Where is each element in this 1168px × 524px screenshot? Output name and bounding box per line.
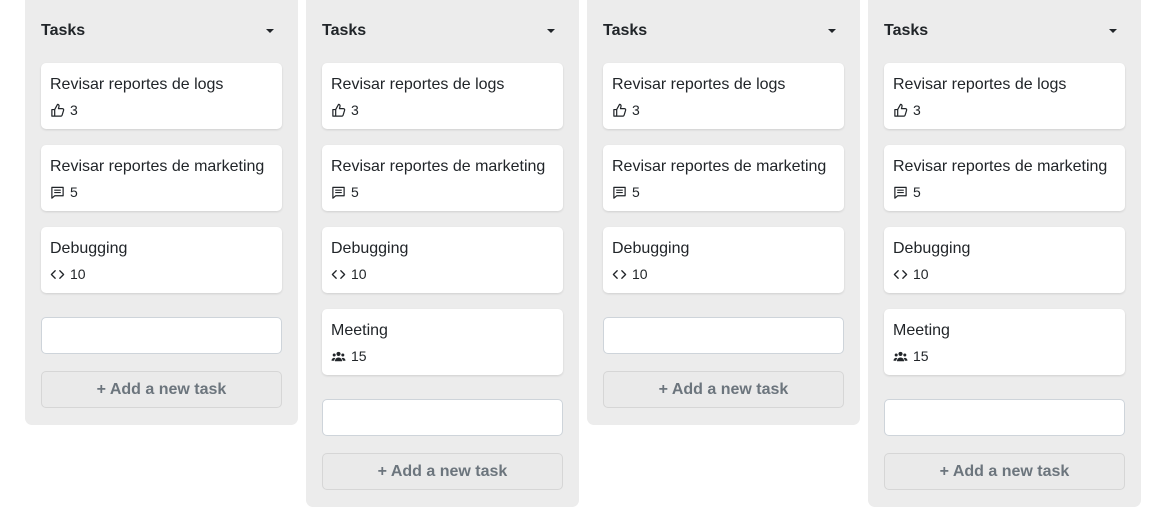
task-card-meta: 3 xyxy=(331,101,359,119)
task-card-count: 3 xyxy=(70,102,78,118)
task-card[interactable]: Revisar reportes de logs 3 xyxy=(41,63,282,129)
people-icon xyxy=(893,349,908,364)
task-card-meta: 5 xyxy=(612,183,640,201)
task-card-title: Revisar reportes de marketing xyxy=(612,158,827,175)
task-card-meta: 10 xyxy=(331,265,367,283)
task-card-count: 3 xyxy=(632,102,640,118)
column-header: Tasks xyxy=(603,21,844,43)
task-card-count: 15 xyxy=(351,348,367,364)
code-icon xyxy=(331,267,346,282)
task-card-title: Revisar reportes de marketing xyxy=(50,158,265,175)
caret-down-icon[interactable] xyxy=(547,29,555,33)
task-card-title: Debugging xyxy=(893,240,971,257)
column-header: Tasks xyxy=(884,21,1125,43)
thumbs-up-icon xyxy=(50,103,65,118)
task-card-count: 10 xyxy=(351,266,367,282)
task-card-meta: 10 xyxy=(50,265,86,283)
task-card[interactable]: Meeting 15 xyxy=(322,309,563,375)
task-card-count: 3 xyxy=(913,102,921,118)
thumbs-up-icon xyxy=(331,103,346,118)
kanban-board: Tasks Revisar reportes de logs 3 Revisar… xyxy=(0,0,1168,524)
task-card-count: 5 xyxy=(913,184,921,200)
task-card-count: 10 xyxy=(913,266,929,282)
task-card-meta: 5 xyxy=(331,183,359,201)
task-card[interactable]: Debugging 10 xyxy=(603,227,844,293)
task-card-count: 5 xyxy=(632,184,640,200)
caret-down-icon[interactable] xyxy=(1109,29,1117,33)
task-card[interactable]: Debugging 10 xyxy=(322,227,563,293)
comment-icon xyxy=(50,185,65,200)
task-card-meta: 3 xyxy=(50,101,78,119)
thumbs-up-icon xyxy=(612,103,627,118)
task-card-meta: 3 xyxy=(893,101,921,119)
code-icon xyxy=(50,267,65,282)
task-card[interactable]: Revisar reportes de logs 3 xyxy=(884,63,1125,129)
caret-down-icon[interactable] xyxy=(828,29,836,33)
column-header: Tasks xyxy=(322,21,563,43)
task-card-title: Revisar reportes de logs xyxy=(331,76,505,93)
task-column: Tasks Revisar reportes de logs 3 Revisar… xyxy=(868,0,1141,507)
column-title: Tasks xyxy=(884,22,929,39)
task-card-meta: 5 xyxy=(50,183,78,201)
task-card-title: Meeting xyxy=(893,322,950,339)
add-task-button[interactable]: + Add a new task xyxy=(603,371,844,408)
column-header: Tasks xyxy=(41,21,282,43)
task-card-meta: 10 xyxy=(893,265,929,283)
task-card-count: 15 xyxy=(913,348,929,364)
comment-icon xyxy=(893,185,908,200)
column-title: Tasks xyxy=(603,22,648,39)
task-column: Tasks Revisar reportes de logs 3 Revisar… xyxy=(306,0,579,507)
add-task-button[interactable]: + Add a new task xyxy=(322,453,563,490)
task-card-count: 3 xyxy=(351,102,359,118)
task-card[interactable]: Revisar reportes de logs 3 xyxy=(322,63,563,129)
task-card-count: 5 xyxy=(351,184,359,200)
task-column: Tasks Revisar reportes de logs 3 Revisar… xyxy=(25,0,298,425)
task-card[interactable]: Meeting 15 xyxy=(884,309,1125,375)
caret-down-icon[interactable] xyxy=(266,29,274,33)
task-card-title: Revisar reportes de logs xyxy=(50,76,224,93)
task-card[interactable]: Debugging 10 xyxy=(884,227,1125,293)
task-card-title: Meeting xyxy=(331,322,388,339)
add-task-button[interactable]: + Add a new task xyxy=(41,371,282,408)
new-task-input[interactable] xyxy=(41,317,282,354)
thumbs-up-icon xyxy=(893,103,908,118)
task-card-count: 10 xyxy=(632,266,648,282)
task-card[interactable]: Debugging 10 xyxy=(41,227,282,293)
add-task-button[interactable]: + Add a new task xyxy=(884,453,1125,490)
task-column: Tasks Revisar reportes de logs 3 Revisar… xyxy=(587,0,860,425)
task-card-count: 10 xyxy=(70,266,86,282)
task-card-title: Revisar reportes de logs xyxy=(612,76,786,93)
task-card-meta: 10 xyxy=(612,265,648,283)
code-icon xyxy=(893,267,908,282)
task-card-meta: 15 xyxy=(331,347,367,365)
new-task-input[interactable] xyxy=(603,317,844,354)
task-card-title: Revisar reportes de marketing xyxy=(331,158,546,175)
column-title: Tasks xyxy=(322,22,367,39)
new-task-input[interactable] xyxy=(322,399,563,436)
code-icon xyxy=(612,267,627,282)
task-card-title: Debugging xyxy=(50,240,128,257)
task-card-meta: 15 xyxy=(893,347,929,365)
task-card-title: Revisar reportes de logs xyxy=(893,76,1067,93)
task-card[interactable]: Revisar reportes de marketing 5 xyxy=(884,145,1125,211)
task-card-title: Debugging xyxy=(612,240,690,257)
task-card[interactable]: Revisar reportes de marketing 5 xyxy=(603,145,844,211)
task-card-meta: 3 xyxy=(612,101,640,119)
task-card-meta: 5 xyxy=(893,183,921,201)
task-card[interactable]: Revisar reportes de marketing 5 xyxy=(41,145,282,211)
task-card[interactable]: Revisar reportes de logs 3 xyxy=(603,63,844,129)
new-task-input[interactable] xyxy=(884,399,1125,436)
comment-icon xyxy=(612,185,627,200)
comment-icon xyxy=(331,185,346,200)
people-icon xyxy=(331,349,346,364)
task-card-count: 5 xyxy=(70,184,78,200)
task-card[interactable]: Revisar reportes de marketing 5 xyxy=(322,145,563,211)
column-title: Tasks xyxy=(41,22,86,39)
task-card-title: Debugging xyxy=(331,240,409,257)
task-card-title: Revisar reportes de marketing xyxy=(893,158,1108,175)
